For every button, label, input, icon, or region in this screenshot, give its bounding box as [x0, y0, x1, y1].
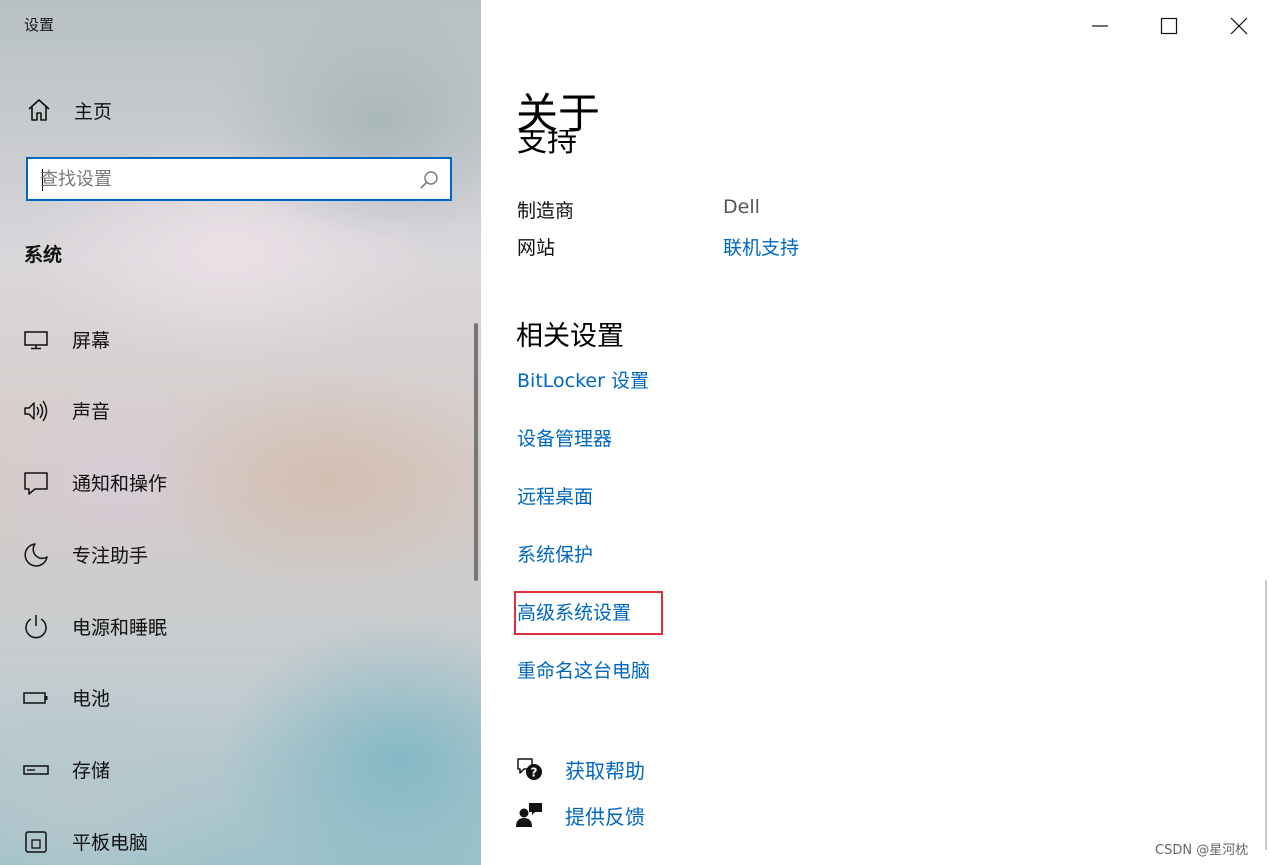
nav-item-notifications[interactable]: 通知和操作 [0, 457, 470, 509]
nav-item-label: 平板电脑 [72, 832, 149, 854]
search-icon[interactable] [418, 169, 440, 191]
content-scrollbar[interactable] [1265, 580, 1267, 850]
help-chat-icon: ? [517, 758, 542, 780]
nav-item-label: 屏幕 [72, 330, 111, 352]
rename-pc-link[interactable]: 重命名这台电脑 [517, 656, 650, 683]
nav-home-label: 主页 [74, 100, 113, 123]
section-label-system: 系统 [24, 244, 63, 266]
nav-item-tablet[interactable]: 平板电脑 [0, 816, 470, 865]
bitlocker-settings-link[interactable]: BitLocker 设置 [517, 366, 649, 393]
minimize-icon [1092, 25, 1108, 27]
nav-item-power-sleep[interactable]: 电源和睡眠 [0, 601, 470, 653]
related-settings-title: 相关设置 [516, 321, 624, 352]
online-support-link[interactable]: 联机支持 [723, 233, 799, 260]
power-icon [25, 615, 47, 639]
feedback-row[interactable]: 提供反馈 [516, 798, 816, 832]
sidebar-scrollbar[interactable] [474, 323, 478, 581]
feedback-link[interactable]: 提供反馈 [565, 801, 645, 830]
nav-item-label: 声音 [72, 401, 111, 423]
close-icon [1230, 17, 1248, 35]
content-pane: 关于 支持 制造商 Dell 网站 联机支持 相关设置 BitLocker 设置… [481, 0, 1269, 865]
get-help-row[interactable]: ? 获取帮助 [516, 752, 816, 786]
nav-item-label: 专注助手 [72, 545, 149, 567]
nav-item-label: 存储 [72, 760, 111, 782]
speaker-icon [24, 400, 48, 422]
nav-item-label: 电源和睡眠 [72, 617, 168, 639]
monitor-icon [24, 331, 48, 350]
tablet-icon [25, 831, 47, 853]
nav-item-label: 电池 [72, 688, 111, 710]
nav-item-label: 通知和操作 [72, 473, 168, 495]
support-heading: 支持 [517, 130, 577, 156]
notification-icon [24, 472, 48, 495]
sidebar: 设置 主页 系统 屏幕 声音 [0, 0, 481, 865]
nav-item-storage[interactable]: 存储 [0, 744, 470, 796]
search-box[interactable] [26, 157, 452, 201]
watermark: CSDN @星河枕 [1155, 843, 1249, 858]
remote-desktop-link[interactable]: 远程桌面 [517, 482, 593, 509]
home-icon [28, 99, 50, 121]
maximize-button[interactable] [1134, 0, 1204, 50]
nav-item-focus-assist[interactable]: 专注助手 [0, 529, 470, 581]
nav-home[interactable]: 主页 [24, 94, 444, 126]
maximize-icon [1160, 17, 1178, 35]
nav-item-display[interactable]: 屏幕 [0, 314, 470, 366]
search-input[interactable] [40, 159, 410, 199]
website-label: 网站 [517, 237, 556, 259]
system-protection-link[interactable]: 系统保护 [517, 540, 593, 567]
device-manager-link[interactable]: 设备管理器 [517, 424, 612, 451]
battery-icon [23, 692, 48, 704]
manufacturer-value: Dell [723, 196, 760, 218]
nav-item-battery[interactable]: 电池 [0, 672, 470, 724]
storage-icon [23, 765, 49, 775]
highlight-annotation-box [514, 591, 663, 635]
moon-icon [24, 543, 48, 567]
manufacturer-label: 制造商 [517, 200, 575, 222]
svg-text:?: ? [531, 766, 538, 780]
nav-item-sound[interactable]: 声音 [0, 385, 470, 437]
get-help-link[interactable]: 获取帮助 [565, 755, 645, 784]
feedback-icon [516, 803, 542, 827]
minimize-button[interactable] [1065, 0, 1135, 50]
app-title: 设置 [24, 16, 55, 34]
close-button[interactable] [1204, 0, 1269, 50]
